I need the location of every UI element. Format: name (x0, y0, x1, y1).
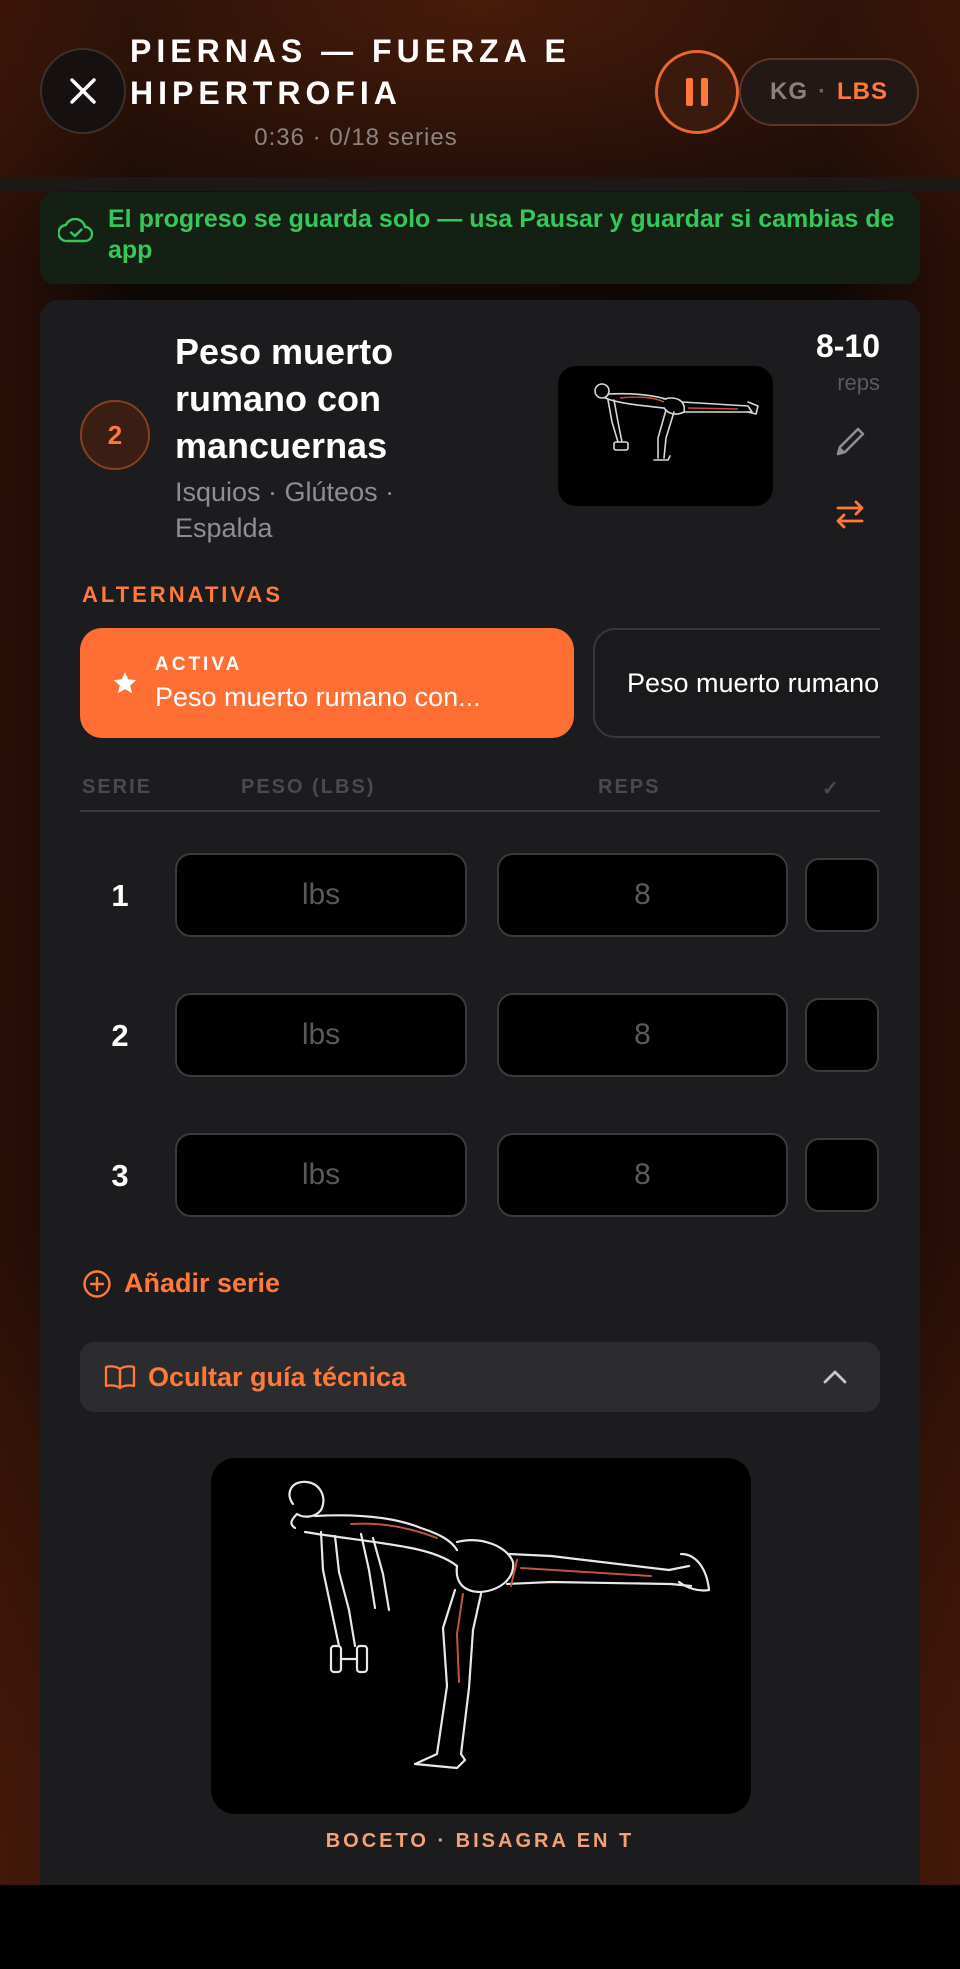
header-divider (0, 177, 960, 191)
alternative-active-name: Peso muerto rumano con... (155, 682, 481, 712)
column-header-reps: REPS (598, 776, 661, 798)
unit-toggle[interactable]: KG · LBS (739, 58, 919, 126)
technique-sketch-caption: BOCETO · BISAGRA EN T (325, 1830, 635, 1852)
exercise-name: Peso muerto rumano con mancuernas (175, 331, 394, 466)
set-complete-checkbox[interactable] (805, 998, 879, 1072)
weight-input[interactable]: lbs (175, 993, 467, 1077)
column-header-set: SERIE (82, 776, 153, 798)
column-header-check: ✓ (822, 778, 841, 800)
unit-separator: · (818, 78, 827, 105)
set-complete-checkbox[interactable] (805, 858, 879, 932)
set-number: 1 (111, 878, 129, 913)
technique-guide-toggle[interactable]: Ocultar guía técnica (80, 1342, 880, 1412)
chevron-up-icon (823, 1370, 847, 1384)
autosave-text: El progreso se guarda solo — usa Pausar … (108, 205, 895, 264)
swap-arrows-icon (836, 500, 864, 529)
technique-sketch-image (211, 1458, 751, 1814)
add-set-label: Añadir serie (124, 1268, 281, 1298)
pause-button[interactable] (655, 50, 739, 134)
exercise-thumbnail[interactable] (558, 366, 773, 506)
plus-circle-icon (83, 1269, 111, 1298)
autosave-banner: El progreso se guarda solo — usa Pausar … (40, 192, 920, 284)
weight-input[interactable]: lbs (175, 1133, 467, 1217)
alternative-active-chip[interactable]: ACTIVA Peso muerto rumano con... (80, 628, 574, 738)
workout-progress: 0:36 · 0/18 series (254, 124, 458, 151)
workout-title: PIERNAS — FUERZA E HIPERTROFIA (130, 33, 571, 111)
unit-kg-option[interactable]: KG (770, 78, 808, 106)
exercise-number-badge: 2 (80, 400, 150, 470)
star-icon (113, 672, 137, 694)
alternative-name: Peso muerto rumano con barra (627, 668, 880, 698)
technique-guide-label: Ocultar guía técnica (148, 1362, 407, 1392)
swap-exercise-button[interactable] (830, 494, 870, 534)
cloud-check-icon (58, 218, 94, 243)
alternatives-carousel[interactable]: ACTIVA Peso muerto rumano con... Peso mu… (80, 628, 880, 740)
alternative-active-tag: ACTIVA (155, 654, 243, 675)
pencil-icon (836, 427, 865, 456)
set-complete-checkbox[interactable] (805, 1138, 879, 1212)
reps-unit-label: reps (837, 370, 880, 395)
reps-input[interactable]: 8 (497, 1133, 788, 1217)
close-icon (70, 78, 96, 104)
column-header-weight: PESO (LBS) (241, 776, 376, 798)
reps-input[interactable]: 8 (497, 853, 788, 937)
alternatives-label: ALTERNATIVAS (82, 582, 283, 607)
set-number: 2 (111, 1018, 129, 1053)
reps-input[interactable]: 8 (497, 993, 788, 1077)
alternative-chip[interactable]: Peso muerto rumano con barra (593, 628, 880, 738)
book-open-icon (104, 1365, 136, 1390)
edit-exercise-button[interactable] (830, 422, 870, 462)
unit-lbs-option[interactable]: LBS (837, 78, 888, 106)
weight-input[interactable]: lbs (175, 853, 467, 937)
bottom-safe-area (0, 1885, 960, 1969)
workout-screen: PIERNAS — FUERZA E HIPERTROFIA 0:36 · 0/… (0, 0, 960, 1885)
exercise-muscles: Isquios · Glúteos · Espalda (175, 477, 395, 543)
table-divider (80, 810, 880, 812)
set-number: 3 (111, 1158, 129, 1193)
pause-icon (686, 78, 708, 106)
close-button[interactable] (40, 48, 126, 134)
add-set-button[interactable]: Añadir serie (82, 1268, 280, 1299)
reps-range: 8-10 (815, 328, 880, 364)
